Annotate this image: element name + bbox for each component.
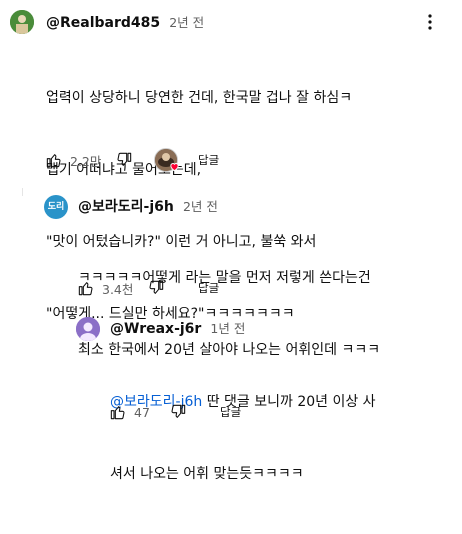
thumb-up-icon[interactable] [46, 152, 62, 168]
thumb-up-icon[interactable] [78, 280, 94, 296]
creator-heart-icon [170, 163, 179, 172]
comment-actions: 2.2만 답글 [46, 148, 446, 172]
comment-3: @Wreax-j6r 1년 전 @보라도리-j6h 딴 댓글 보니까 20년 이… [0, 310, 462, 482]
thumb-down-icon[interactable] [170, 404, 186, 420]
like-count: 2.2만 [70, 153, 102, 169]
avatar-label: 도리 [47, 202, 65, 212]
thumb-down-icon[interactable] [116, 152, 132, 168]
comment-time[interactable]: 1년 전 [210, 321, 245, 336]
comment-author[interactable]: @보라도리-j6h [78, 199, 174, 215]
avatar-image [76, 317, 100, 341]
comment-2: 도리 @보라도리-j6h 2년 전 ㅋㅋㅋㅋㅋ어떻게 라는 말을 먼저 저렇게 … [0, 190, 462, 358]
avatar[interactable]: 도리 [44, 195, 68, 219]
comment-author[interactable]: @Realbard485 [46, 15, 160, 31]
comment-author[interactable]: @Wreax-j6r [110, 321, 201, 337]
comment-text: @보라도리-j6h 딴 댓글 보니까 20년 이상 사 셔서 나오는 어휘 맞는… [110, 342, 376, 534]
reply-button[interactable]: 답글 [220, 404, 241, 420]
comment-line: 셔서 나오는 어휘 맞는듯ㅋㅋㅋㅋ [110, 466, 304, 482]
comment-time[interactable]: 2년 전 [169, 15, 204, 30]
thumb-down-icon[interactable] [148, 280, 164, 296]
avatar-image [10, 10, 34, 34]
thumb-up-icon[interactable] [110, 404, 126, 420]
comment-actions: 47 답글 [110, 400, 450, 424]
avatar[interactable] [76, 317, 100, 341]
creator-heart [154, 148, 180, 172]
comment-line: 업력이 상당하니 당연한 건데, 한국말 겁나 잘 하심ㅋ [46, 90, 353, 106]
more-vert-icon[interactable] [428, 14, 432, 30]
reply-button[interactable]: 답글 [198, 152, 219, 168]
avatar[interactable] [10, 10, 34, 34]
comment-time[interactable]: 2년 전 [183, 199, 218, 214]
comment-actions: 3.4천 답글 [78, 276, 438, 300]
like-count: 3.4천 [102, 281, 134, 297]
comment-1: @Realbard485 2년 전 업력이 상당하니 당연한 건데, 한국말 겁… [0, 0, 462, 322]
reply-button[interactable]: 답글 [198, 280, 219, 296]
like-count: 47 [134, 404, 150, 420]
